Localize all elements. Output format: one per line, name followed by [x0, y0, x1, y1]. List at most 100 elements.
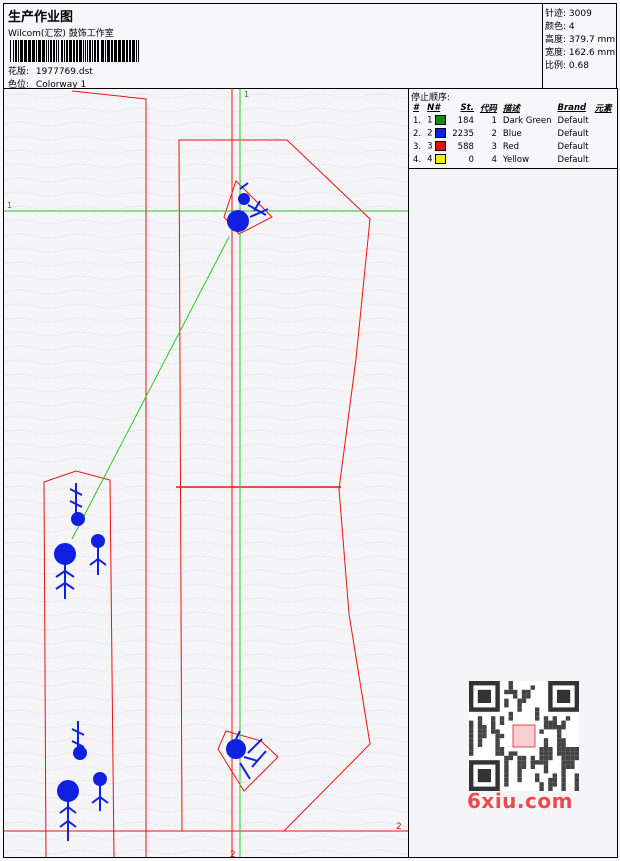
- qr-module: [557, 738, 562, 743]
- row-stitches: 0: [468, 154, 474, 165]
- design-file-row: 花版: 1977769.dst: [8, 64, 97, 77]
- row-number-cell: 1: [424, 114, 449, 127]
- table-row: 1. 1 184 1 Dark Green Default: [410, 114, 615, 127]
- qr-module: [517, 773, 522, 778]
- qr-module: [543, 725, 549, 730]
- barcode-bar: [13, 40, 14, 62]
- qr-module: [513, 751, 518, 756]
- stop-sequence-panel: 停止顺序: # N# St. 代码 描述 Brand 元素 1. 1 184 1…: [408, 88, 618, 169]
- barcode-bar: [15, 40, 17, 62]
- row-code: 1: [491, 115, 497, 126]
- qr-module: [482, 733, 487, 739]
- qr-module: [574, 782, 579, 787]
- row-number-cell: 3: [424, 140, 449, 153]
- qr-module: [565, 755, 571, 761]
- qr-module: [499, 733, 505, 739]
- qr-module: [565, 747, 571, 752]
- barcode-bar: [132, 40, 135, 62]
- qr-module: [504, 698, 509, 703]
- qr-module: [521, 694, 527, 699]
- production-sheet: 生产作业图 Wilcom(汇宏) 鼓饰工作室 花版: 1977769.dst 色…: [0, 0, 620, 861]
- axis-label-left: 1: [7, 201, 12, 210]
- qr-module: [495, 738, 500, 743]
- qr-module: [517, 769, 522, 774]
- qr-module: [513, 694, 518, 699]
- qr-module: [508, 751, 513, 756]
- row-description: Blue: [502, 128, 522, 139]
- qr-module: [535, 711, 540, 717]
- qr-module: [548, 777, 553, 783]
- row-number: 2: [427, 128, 433, 139]
- barcode-bar: [66, 40, 68, 62]
- qr-module: [469, 733, 474, 739]
- design-stats-panel: 针迹: 3009 颜色: 4 高度: 379.7 mm 宽度: 162.6 mm…: [542, 3, 617, 89]
- qr-module: [508, 689, 513, 695]
- qr-module: [530, 764, 535, 769]
- stat-label: 高度:: [545, 35, 567, 45]
- barcode-bar: [89, 40, 91, 62]
- qr-module: [499, 720, 505, 725]
- qr-module: [535, 777, 540, 783]
- row-stitches: 184: [457, 115, 474, 126]
- qr-module: [477, 733, 483, 739]
- stat-height: 高度: 379.7 mm: [545, 32, 615, 45]
- qr-module: [557, 751, 562, 756]
- qr-module: [548, 782, 553, 787]
- qr-module: [543, 742, 549, 747]
- stat-value: 4: [568, 22, 575, 32]
- row-index: 2.: [413, 128, 422, 139]
- qr-module: [504, 773, 509, 778]
- row-element: [592, 114, 615, 127]
- row-brand: Default: [557, 141, 589, 152]
- axis-label-bottom: 2: [230, 850, 236, 858]
- qr-module: [557, 733, 562, 739]
- qr-module: [526, 689, 531, 695]
- qr-module: [495, 747, 500, 752]
- qr-module: [508, 681, 513, 686]
- row-brand: Default: [557, 154, 589, 165]
- barcode-bar: [69, 40, 72, 62]
- qr-module: [504, 760, 509, 765]
- barcode-bar: [126, 40, 128, 62]
- qr-module: [574, 755, 579, 761]
- row-code: 3: [491, 141, 497, 152]
- col-header-index: #: [413, 102, 419, 113]
- barcode-bar: [10, 40, 11, 62]
- barcode-bar: [87, 40, 88, 62]
- embroidery-design-canvas[interactable]: 1 1 2 2: [3, 88, 409, 858]
- header-info-panel: 生产作业图 Wilcom(汇宏) 鼓饰工作室 花版: 1977769.dst 色…: [3, 3, 543, 90]
- qr-module: [469, 751, 474, 756]
- barcode-bar: [129, 40, 131, 62]
- barcode-bar: [42, 40, 45, 62]
- qr-module: [482, 729, 487, 734]
- barcode-bar: [48, 40, 49, 62]
- qr-module: [543, 720, 549, 725]
- qr-module: [508, 711, 513, 717]
- qr-module: [548, 725, 553, 730]
- studio-name: Wilcom(汇宏) 鼓饰工作室: [8, 29, 114, 39]
- qr-module: [557, 742, 562, 747]
- qr-center-badge: [512, 724, 536, 748]
- qr-module: [491, 716, 496, 721]
- qr-module: [574, 777, 579, 783]
- qr-module: [539, 755, 544, 761]
- barcode-bar: [83, 40, 84, 62]
- table-row: 2. 2 2235 2 Blue Default: [410, 127, 615, 140]
- qr-module: [552, 720, 557, 725]
- stat-value: 162.6 mm: [568, 48, 616, 58]
- notes-panel: 6xiu.com: [408, 168, 618, 858]
- qr-module: [517, 703, 522, 708]
- qr-module: [535, 773, 540, 778]
- qr-module: [477, 725, 483, 730]
- qr-module: [543, 769, 549, 774]
- qr-module: [561, 755, 566, 761]
- barcode-bar: [38, 40, 41, 62]
- barcode-bar: [94, 40, 96, 62]
- barcode-bar: [101, 40, 104, 62]
- color-swatch-icon: [435, 115, 447, 126]
- stat-label: 颜色:: [545, 22, 567, 32]
- qr-module: [535, 760, 540, 765]
- table-row: 4. 4 0 4 Yellow Default: [410, 153, 615, 166]
- barcode-bar: [79, 40, 82, 62]
- qr-module: [539, 729, 544, 734]
